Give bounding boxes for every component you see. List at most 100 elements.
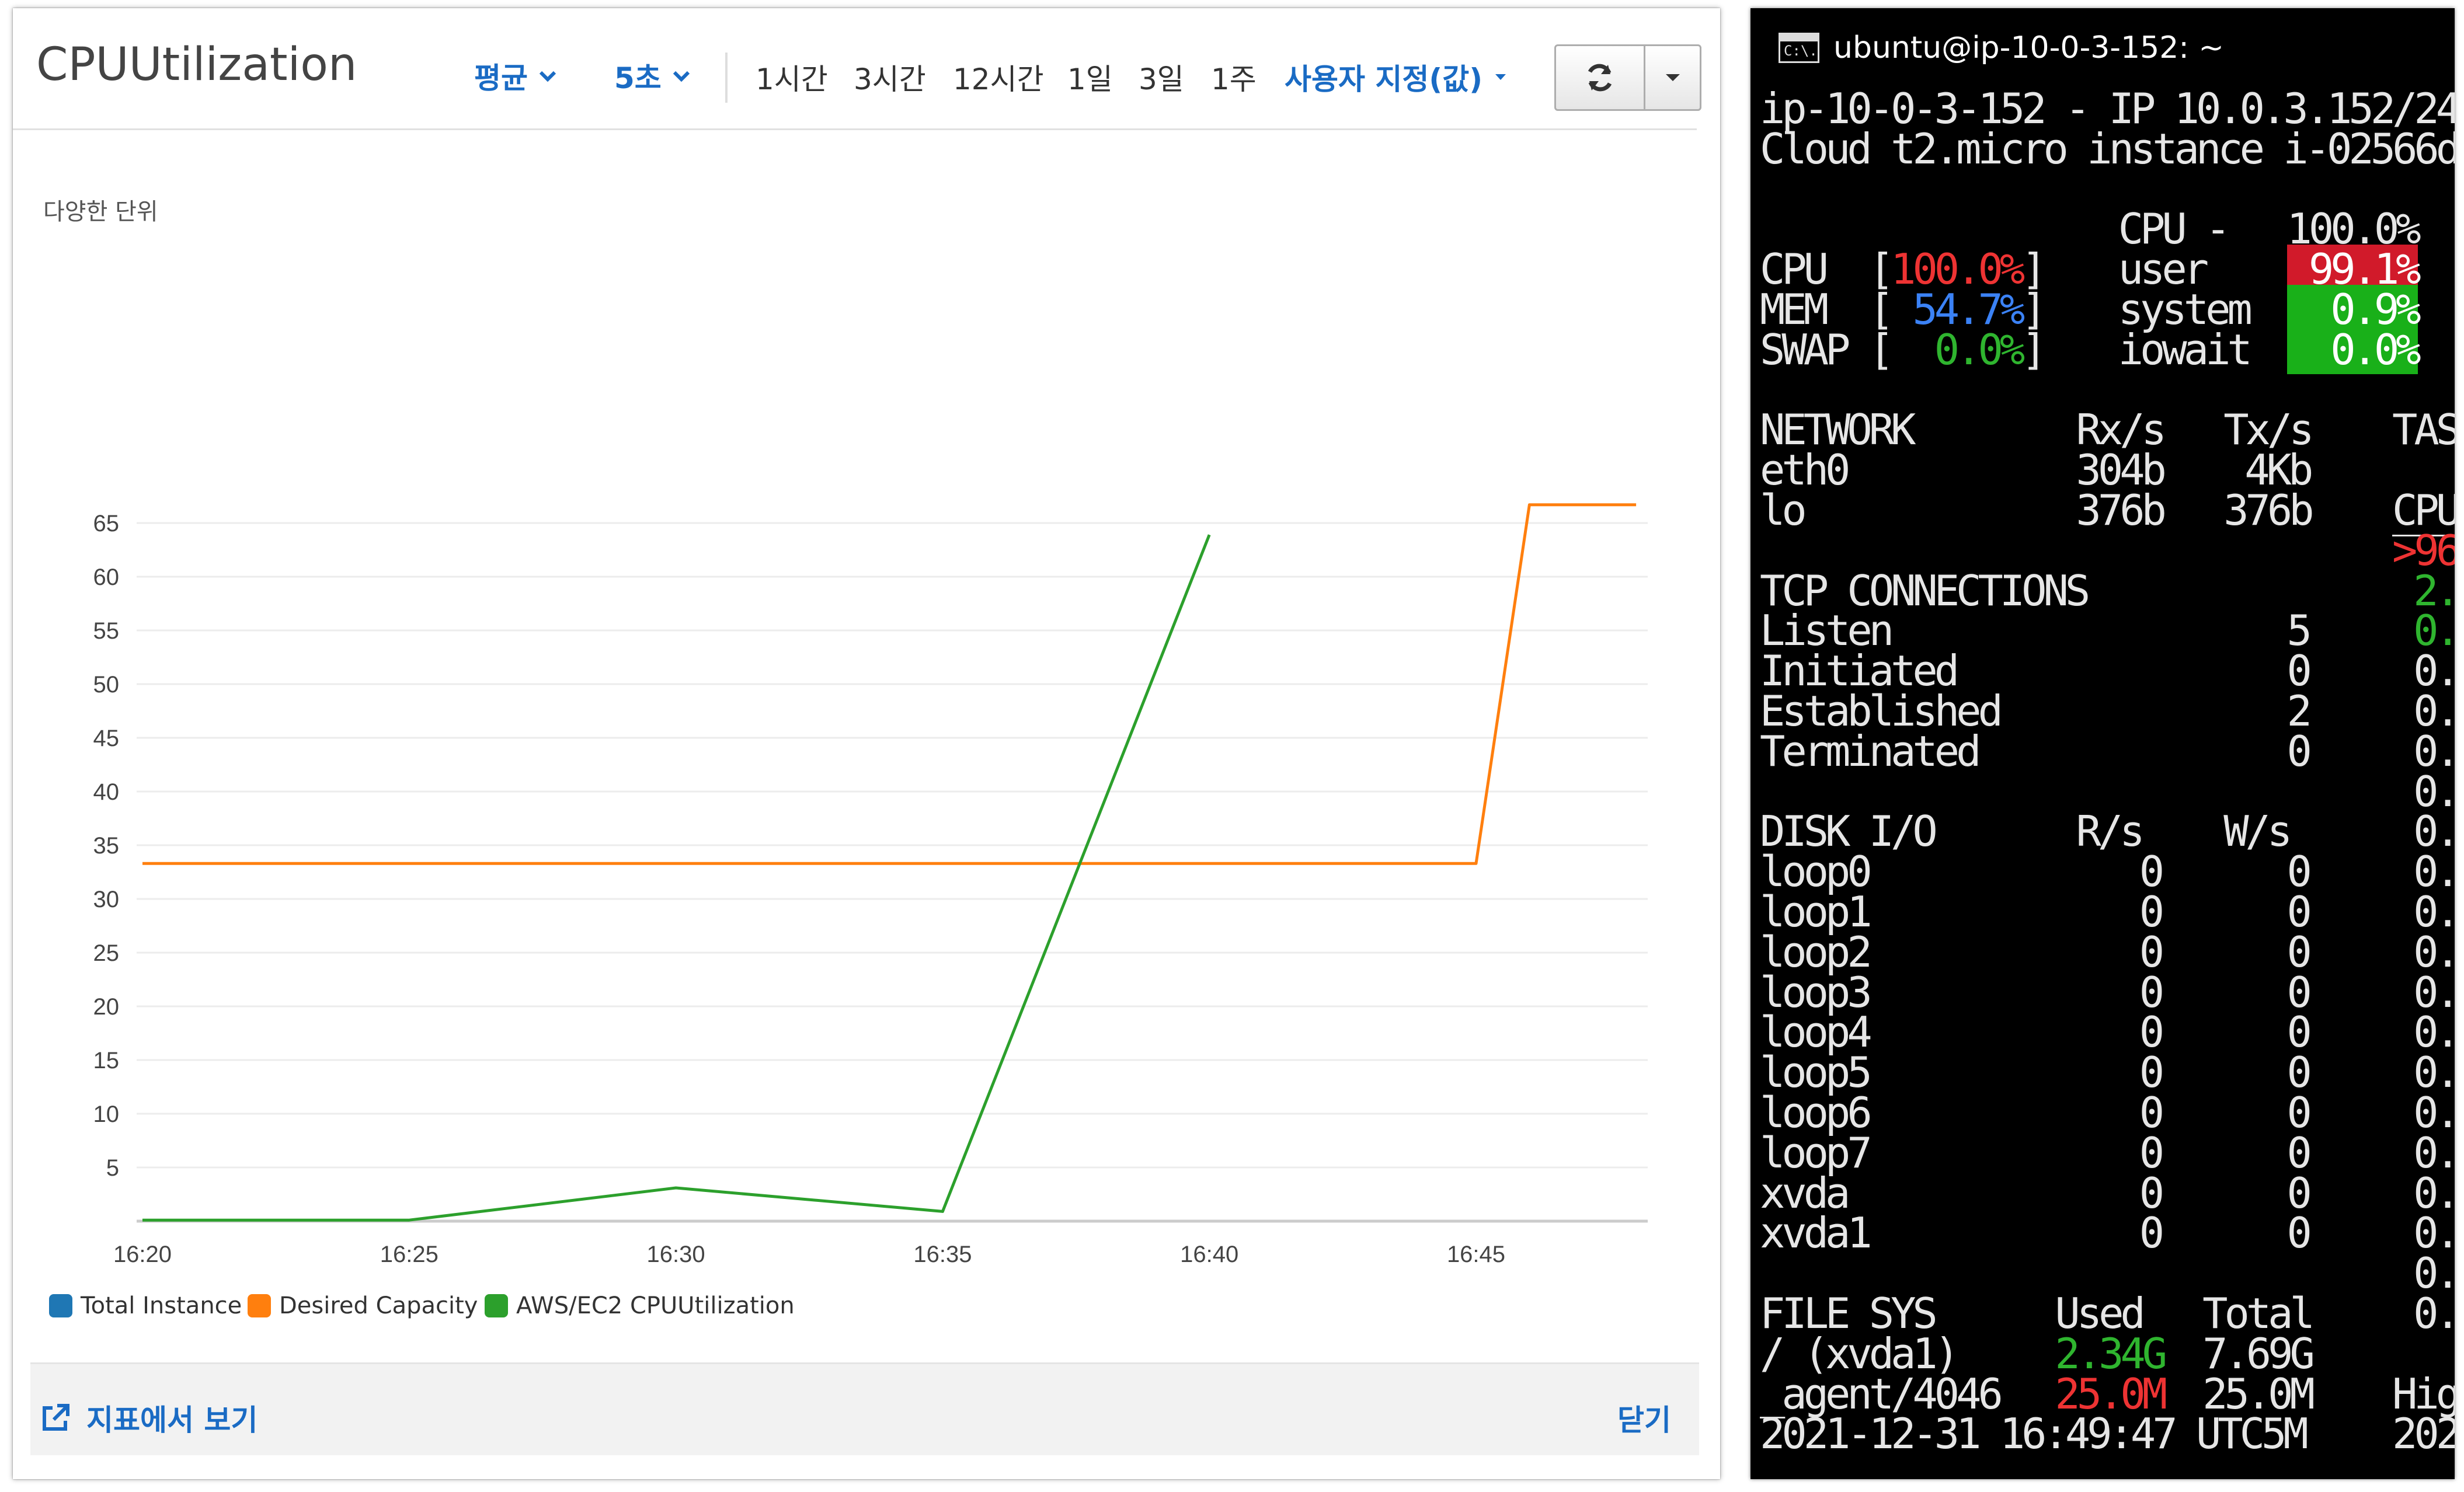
tcp-header: TCP CONNECTIONS bbox=[1760, 566, 2090, 615]
close-link[interactable]: 닫기 bbox=[1617, 1397, 1671, 1439]
disk-r: 0 bbox=[2139, 1128, 2164, 1177]
cpu-pct-value: 0.0 bbox=[2413, 1249, 2455, 1298]
cpu-pct-value: 0.0 bbox=[2413, 847, 2455, 897]
network-iface: lo bbox=[1760, 486, 1807, 535]
x-tick-label: 16:30 bbox=[647, 1242, 705, 1267]
y-tick-label: 55 bbox=[93, 618, 120, 644]
terminal-window[interactable]: C:\. ubuntu@ip-10-0-3-152: ~ ip-10-0-3-1… bbox=[1750, 8, 2455, 1479]
disk-device: loop0 bbox=[1760, 847, 1873, 897]
disk-w: 0 bbox=[2286, 1208, 2312, 1258]
terminal-icon: C:\. bbox=[1779, 33, 1819, 63]
external-link-icon bbox=[43, 1404, 69, 1431]
legend-swatch bbox=[49, 1294, 72, 1317]
disk-device: loop1 bbox=[1760, 887, 1873, 936]
x-tick-label: 16:20 bbox=[113, 1242, 172, 1267]
cpu-pct-value: 0.0 bbox=[2413, 927, 2455, 977]
disk-w: 0 bbox=[2286, 847, 2312, 897]
network-header: NETWORK bbox=[1760, 405, 1916, 455]
cpu-pct-value: 0.0 bbox=[2413, 1168, 2455, 1218]
terminal-icon-label: C:\. bbox=[1784, 43, 1818, 59]
cpu-pct-header: CPU% bbox=[2392, 486, 2455, 536]
cpu-pct-value: 0.0 bbox=[2413, 1128, 2455, 1177]
legend-swatch bbox=[248, 1294, 271, 1317]
terminal-timestamp: 2021-12-31 16:49:47 UTC5M bbox=[1760, 1409, 2309, 1459]
fs-used-header: Used bbox=[2055, 1289, 2145, 1338]
terminal-timestamp-right: 2021-1 bbox=[2392, 1409, 2455, 1459]
disk-device: loop5 bbox=[1760, 1048, 1873, 1097]
x-tick-label: 16:25 bbox=[380, 1242, 438, 1267]
disk-header: DISK I/O bbox=[1760, 807, 1938, 856]
disk-device: loop7 bbox=[1760, 1128, 1873, 1177]
cpu-pct-value: 0.0 bbox=[2413, 1088, 2455, 1137]
legend-item-cpu-utilization[interactable]: AWS/EC2 CPUUtilization bbox=[485, 1292, 795, 1319]
series-line-aws-ec2-cpuutilization[interactable] bbox=[142, 534, 1211, 1222]
swap-summary: SWAP [ 0.0%] bbox=[1760, 325, 2047, 374]
terminal-instance-line: Cloud t2.micro instance i-02566d55 bbox=[1760, 124, 2455, 173]
fs-used: 2.34G bbox=[2055, 1329, 2167, 1378]
disk-r-header: R/s bbox=[2076, 807, 2145, 856]
y-tick-label: 65 bbox=[93, 511, 120, 536]
legend-item-total-instance[interactable]: Total Instance bbox=[49, 1292, 242, 1319]
network-tx: 376b bbox=[2223, 486, 2314, 535]
legend-label: Desired Capacity bbox=[279, 1292, 478, 1319]
cpu-system-label: system bbox=[2118, 285, 2253, 334]
disk-device: xvda1 bbox=[1760, 1208, 1873, 1258]
y-tick-label: 25 bbox=[93, 940, 120, 966]
disk-r: 0 bbox=[2139, 1048, 2164, 1097]
tcp-row-label: Initiated bbox=[1760, 646, 1960, 696]
high-cpu-label: High CP bbox=[2392, 1369, 2455, 1418]
tasks-header: TASKS bbox=[2392, 405, 2455, 455]
disk-r: 0 bbox=[2139, 887, 2164, 936]
cpu-pct-value: >96.7 bbox=[2392, 525, 2455, 575]
disk-w: 0 bbox=[2286, 1128, 2312, 1177]
y-tick-label: 30 bbox=[93, 887, 120, 912]
legend-item-desired-capacity[interactable]: Desired Capacity bbox=[248, 1292, 478, 1319]
x-tick-label: 16:45 bbox=[1447, 1242, 1505, 1267]
terminal-title: ubuntu@ip-10-0-3-152: ~ bbox=[1833, 30, 2224, 65]
line-chart: 5 10 15 20 25 30 35 40 45 50 55 60 65 16:20 16:25 16:30… bbox=[93, 503, 1648, 1267]
tcp-row-value: 0 bbox=[2286, 726, 2312, 776]
x-tick-label: 16:40 bbox=[1180, 1242, 1238, 1267]
tcp-row-value: 0 bbox=[2286, 646, 2312, 696]
tcp-row-value: 5 bbox=[2286, 606, 2312, 656]
disk-device: loop4 bbox=[1760, 1008, 1873, 1057]
disk-w: 0 bbox=[2286, 967, 2312, 1017]
fs-total-header: Total bbox=[2202, 1289, 2315, 1338]
tcp-row-value: 2 bbox=[2286, 686, 2312, 735]
network-tx: 4Kb bbox=[2244, 445, 2313, 495]
y-tick-label: 50 bbox=[93, 672, 120, 698]
panel-footer: 지표에서 보기 닫기 bbox=[30, 1362, 1699, 1455]
disk-w-header: W/s bbox=[2223, 807, 2292, 856]
network-tx-header: Tx/s bbox=[2223, 405, 2314, 455]
disk-r: 0 bbox=[2139, 847, 2164, 897]
network-rx-header: Rx/s bbox=[2076, 405, 2167, 455]
y-tick-label: 40 bbox=[93, 779, 120, 805]
cpu-pct-value: 0.0 bbox=[2413, 887, 2455, 936]
disk-w: 0 bbox=[2286, 927, 2312, 977]
view-in-metrics-link[interactable]: 지표에서 보기 bbox=[40, 1397, 257, 1439]
y-tick-label: 10 bbox=[93, 1101, 120, 1127]
y-tick-label: 60 bbox=[93, 564, 120, 590]
cpu-header-value: 100.0% bbox=[2286, 204, 2421, 254]
cpu-pct-value: 0.0 bbox=[2413, 1048, 2455, 1097]
disk-r: 0 bbox=[2139, 967, 2164, 1017]
y-tick-label: 45 bbox=[93, 726, 120, 751]
x-tick-label: 16:35 bbox=[913, 1242, 972, 1267]
legend-label: AWS/EC2 CPUUtilization bbox=[516, 1292, 795, 1319]
cpu-system-value: 0.9% bbox=[2286, 285, 2421, 334]
y-tick-label: 5 bbox=[106, 1155, 119, 1181]
fs-total: 7.69G bbox=[2202, 1329, 2315, 1378]
disk-r: 0 bbox=[2139, 1208, 2164, 1258]
disk-r: 0 bbox=[2139, 927, 2164, 977]
cpu-pct-value: 0.0 bbox=[2413, 726, 2455, 776]
y-tick-label: 15 bbox=[93, 1048, 120, 1073]
legend-swatch bbox=[485, 1294, 508, 1317]
cpu-pct-value: 0.0 bbox=[2413, 1289, 2455, 1338]
tcp-row-label: Listen bbox=[1760, 606, 1894, 656]
disk-r: 0 bbox=[2139, 1008, 2164, 1057]
fs-total: 25.0M bbox=[2202, 1369, 2315, 1418]
cpu-iowait-value: 0.0% bbox=[2286, 325, 2421, 374]
network-iface: eth0 bbox=[1760, 445, 1850, 495]
disk-w: 0 bbox=[2286, 1048, 2312, 1097]
disk-device: loop6 bbox=[1760, 1088, 1873, 1137]
